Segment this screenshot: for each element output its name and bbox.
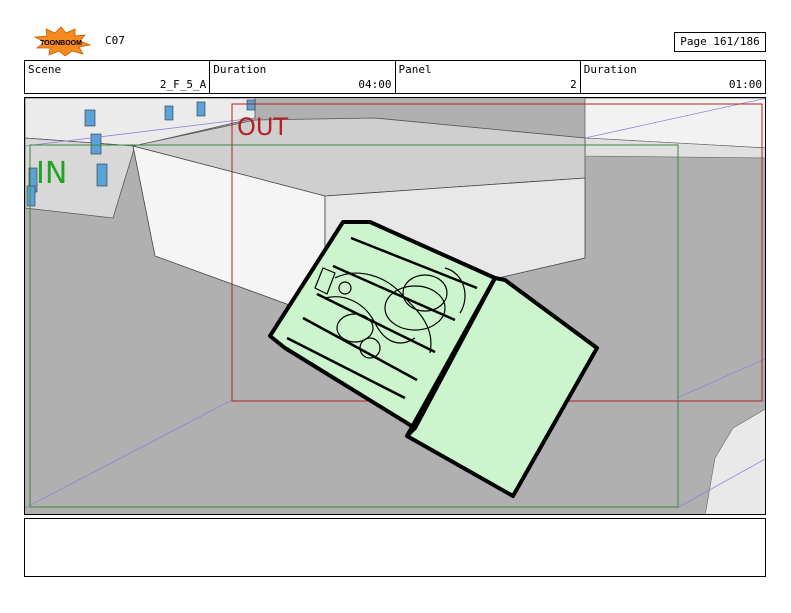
scene-label: Scene: [28, 63, 62, 76]
panel-drawing: IN OUT: [25, 98, 765, 514]
panel-duration-label: Duration: [583, 63, 637, 76]
out-label: OUT: [237, 113, 288, 141]
panel-label: Panel: [398, 63, 432, 76]
sheet-code: C07: [105, 34, 125, 47]
scene-cell: Scene 2_F_5_A: [25, 61, 211, 93]
panel-cell: Panel 2: [396, 61, 581, 93]
storyboard-panel: IN OUT: [24, 97, 766, 515]
scene-duration-value: 04:00: [358, 78, 392, 91]
in-label: IN: [36, 156, 67, 191]
page-indicator: Page 161/186: [674, 32, 766, 52]
logo-text: TOONBOOM: [40, 40, 82, 47]
scene-info-row: Scene 2_F_5_A Duration 04:00 Panel 2 Dur…: [24, 60, 766, 94]
panel-duration-cell: Duration 01:00: [581, 61, 765, 93]
scene-duration-label: Duration: [213, 63, 267, 76]
panel-duration-value: 01:00: [728, 78, 762, 91]
panel-notes: [24, 518, 766, 577]
toonboom-logo: TOONBOOM: [25, 26, 97, 57]
scene-duration-cell: Duration 04:00: [210, 61, 396, 93]
panel-value: 2: [570, 78, 577, 91]
scene-value: 2_F_5_A: [159, 78, 207, 91]
